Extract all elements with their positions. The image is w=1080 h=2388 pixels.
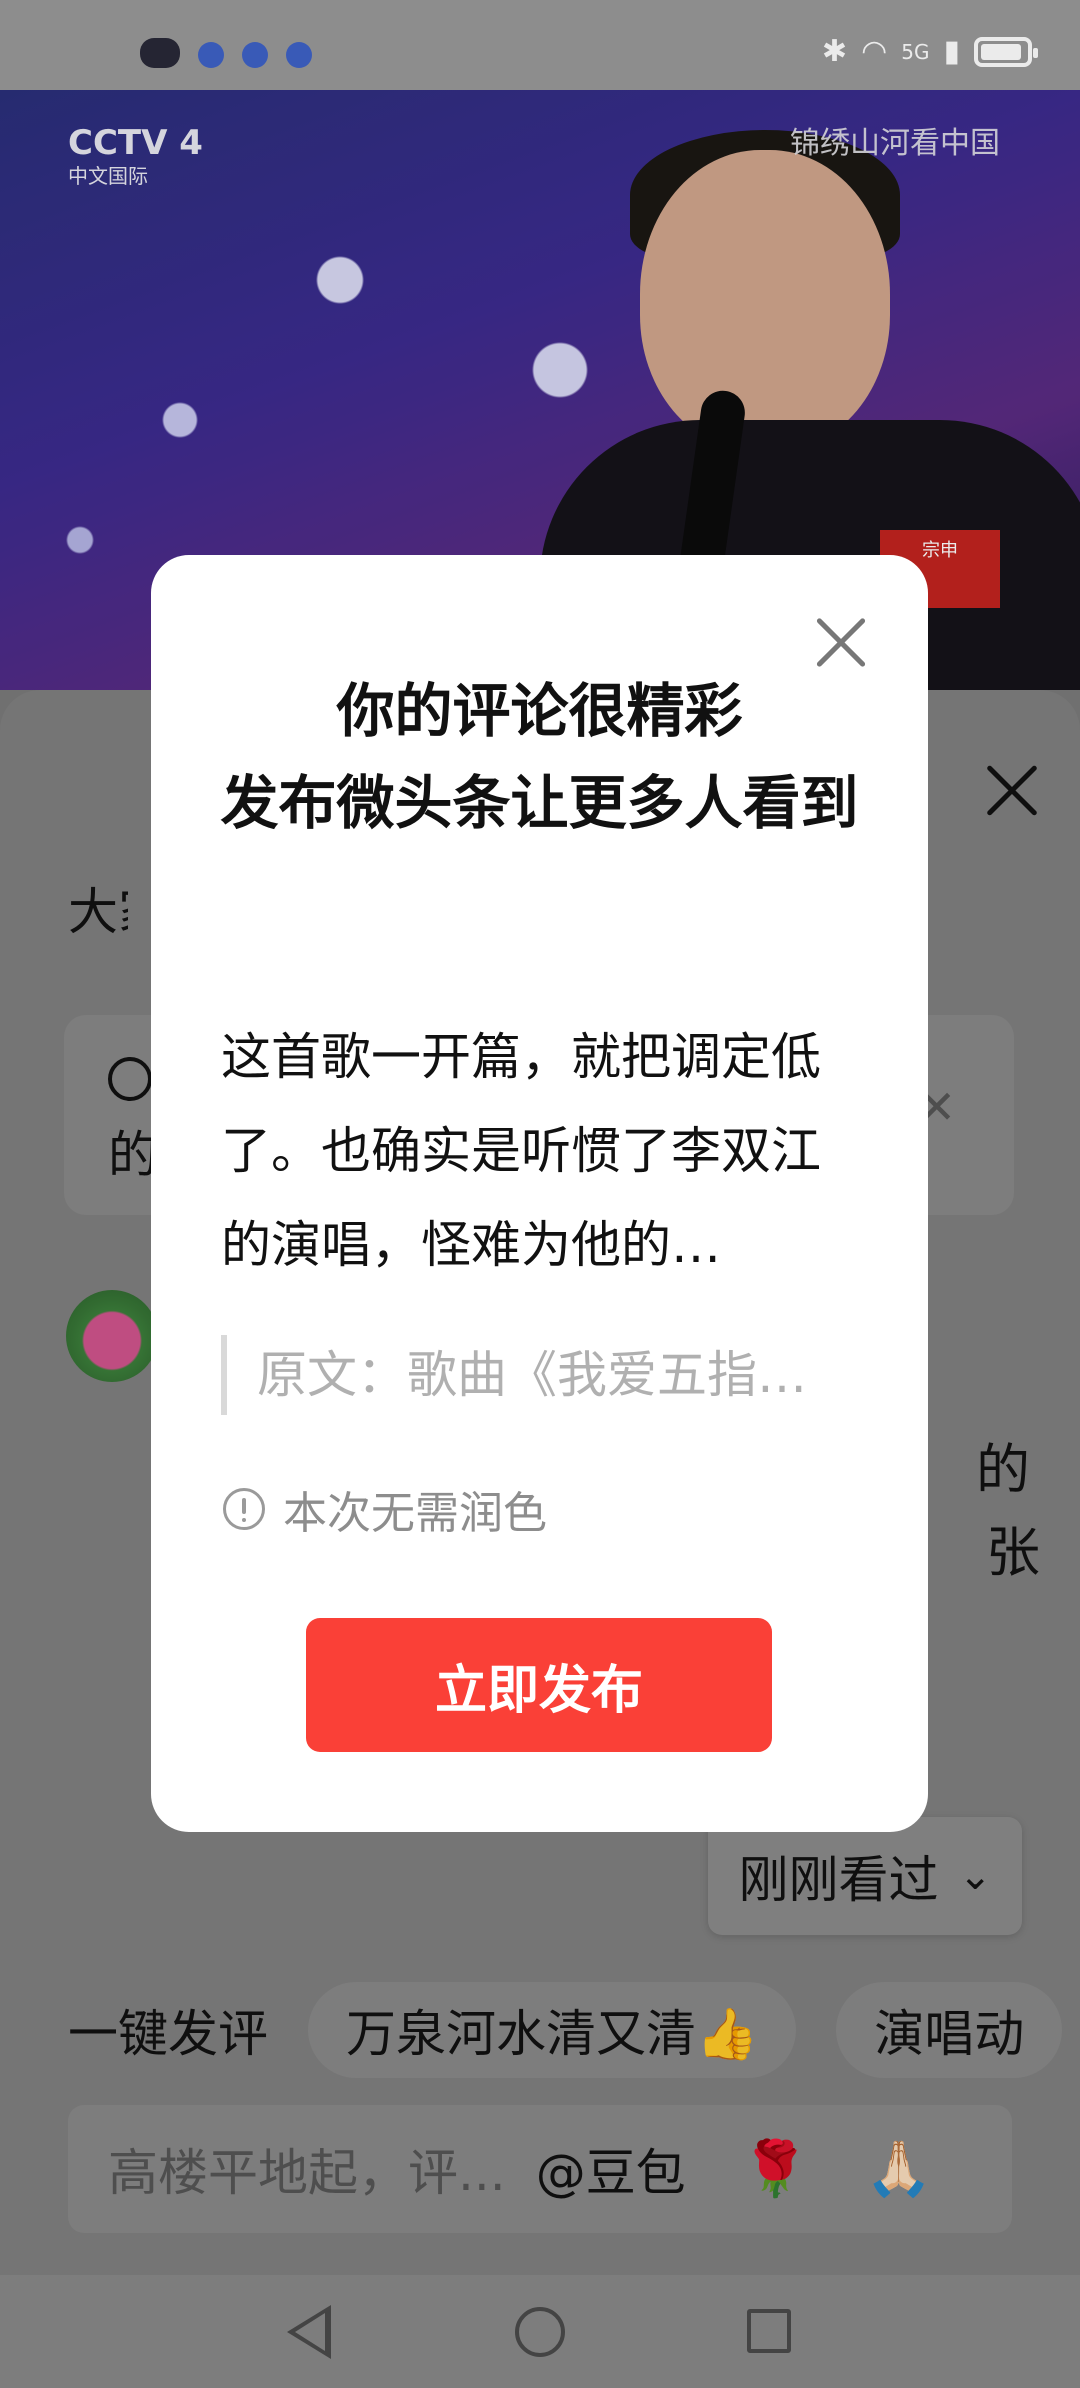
publish-button[interactable]: 立即发布	[306, 1618, 772, 1752]
back-icon[interactable]	[287, 2305, 331, 2359]
comment-preview: 这首歌一开篇，就把调定低了。也确实是听惯了李双江的演唱，怪难为他的…	[221, 1028, 821, 1274]
polish-notice-text: 本次无需润色	[283, 1488, 547, 1539]
dialog-title-line1: 你的评论很精彩	[336, 677, 743, 745]
dialog-title: 你的评论很精彩 发布微头条让更多人看到	[211, 665, 868, 849]
publish-dialog: 你的评论很精彩 发布微头条让更多人看到 这首歌一开篇，就把调定低了。也确实是听惯…	[151, 555, 928, 1832]
polish-notice: 本次无需润色	[223, 1477, 547, 1541]
dialog-title-line2: 发布微头条让更多人看到	[220, 769, 859, 837]
original-quote: 原文：歌曲《我爱五指…	[221, 1335, 848, 1415]
home-icon[interactable]	[515, 2307, 565, 2357]
recent-apps-icon[interactable]	[747, 2309, 791, 2353]
navigation-bar	[0, 2275, 1080, 2388]
close-icon[interactable]	[816, 617, 866, 667]
info-icon	[223, 1488, 265, 1530]
